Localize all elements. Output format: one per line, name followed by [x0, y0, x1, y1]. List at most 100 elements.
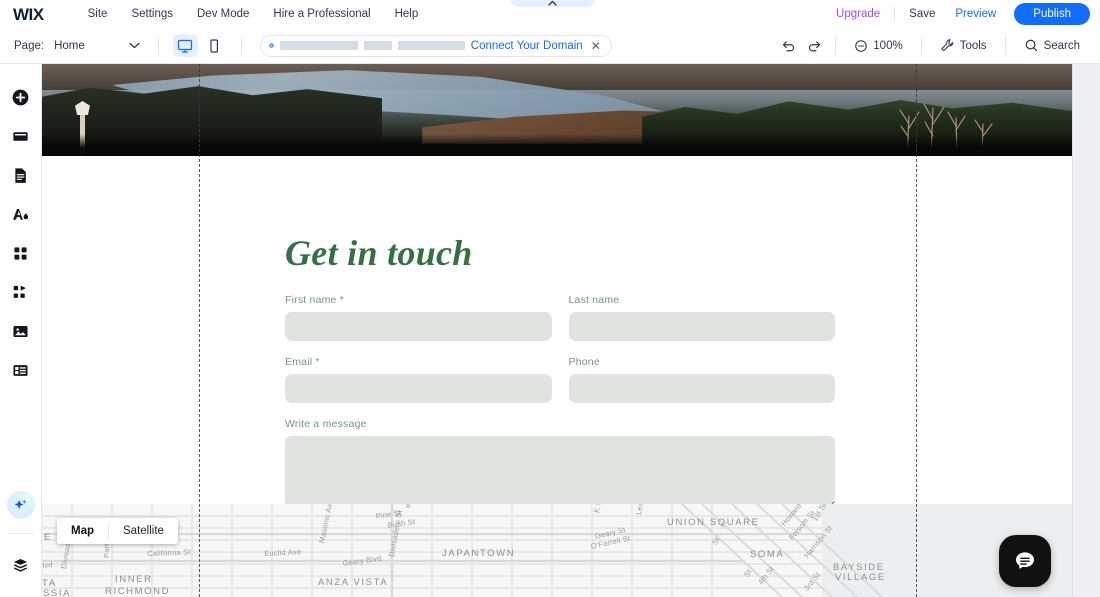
- divider: [835, 36, 837, 55]
- sidebar-item-pages-and-menu[interactable]: [0, 156, 42, 195]
- menu-item-hire-a-professional[interactable]: Hire a Professional: [261, 4, 382, 24]
- sidebar-item-media[interactable]: [0, 312, 42, 351]
- divider: [157, 36, 159, 55]
- chat-button[interactable]: [999, 535, 1051, 587]
- collapse-panel-handle[interactable]: [510, 0, 595, 7]
- email-input[interactable]: [285, 374, 552, 403]
- top-bar-actions: Upgrade Save Preview Publish: [826, 3, 1100, 25]
- map-type-toggle: Map Satellite: [57, 518, 178, 544]
- sidebar-item-layers[interactable]: [0, 546, 42, 585]
- hero-image[interactable]: [42, 64, 1073, 156]
- last-name-input[interactable]: [568, 312, 835, 341]
- desktop-icon: [178, 39, 193, 53]
- map-toggle-satellite[interactable]: Satellite: [109, 518, 178, 544]
- menu-item-help[interactable]: Help: [383, 4, 431, 24]
- left-sidebar: [0, 64, 42, 597]
- sidebar-item-add-section[interactable]: [0, 117, 42, 156]
- message-label: Write a message: [285, 418, 367, 430]
- top-menu: Site Settings Dev Mode Hire a Profession…: [76, 4, 431, 24]
- hero-vignette: [42, 134, 1073, 156]
- field-phone: Phone: [568, 356, 835, 403]
- search-label: Search: [1043, 39, 1080, 52]
- page-title: Get in touch: [285, 233, 473, 273]
- contact-section: Get in touch First name * Last name Emai…: [42, 156, 1073, 566]
- map-toggle-map[interactable]: Map: [57, 518, 108, 544]
- editor-canvas: Get in touch First name * Last name Emai…: [42, 64, 1073, 597]
- editor-toolbar: Page: Home Connect Your Domain ✕ 100% To…: [0, 28, 1100, 64]
- preview-button[interactable]: Preview: [945, 4, 1006, 24]
- chat-bubble-icon: [1016, 552, 1034, 569]
- site-url-bar[interactable]: Connect Your Domain ✕: [259, 34, 612, 57]
- form-row: Email * Phone: [285, 356, 835, 403]
- page-selector-chevron[interactable]: [129, 42, 140, 49]
- close-icon[interactable]: ✕: [589, 40, 603, 52]
- zoom-control[interactable]: 100%: [844, 35, 912, 57]
- map-road-network: [42, 504, 1022, 597]
- last-name-label: Last name: [568, 294, 620, 306]
- field-email: Email *: [285, 356, 552, 403]
- mobile-icon: [210, 38, 219, 53]
- field-message: Write a message: [285, 418, 835, 515]
- sidebar-item-site-design[interactable]: [0, 195, 42, 234]
- divider: [240, 36, 242, 55]
- save-button[interactable]: Save: [899, 4, 945, 24]
- field-first-name: First name *: [285, 294, 552, 341]
- ai-assistant-button[interactable]: [6, 491, 35, 519]
- apps-grid-icon: [14, 247, 27, 260]
- theme-paint-icon: [13, 208, 29, 220]
- cms-layout-icon: [13, 365, 28, 376]
- redo-button[interactable]: [801, 34, 827, 58]
- undo-icon: [782, 41, 794, 52]
- chevron-up-icon: [548, 0, 557, 6]
- message-input[interactable]: [285, 436, 835, 510]
- redo-icon: [808, 41, 820, 52]
- canvas-right-edge: [1072, 64, 1073, 597]
- wrench-icon: [941, 39, 954, 52]
- viewport-switcher: [172, 34, 227, 57]
- globe-icon: [269, 43, 274, 48]
- divider: [920, 36, 922, 55]
- chevron-down-icon: [129, 42, 140, 49]
- add-plus-icon: [12, 89, 29, 106]
- connect-domain-link[interactable]: Connect Your Domain: [471, 40, 583, 52]
- phone-input[interactable]: [568, 374, 835, 403]
- site-url-redacted: [279, 41, 465, 50]
- undo-button[interactable]: [775, 34, 801, 58]
- wix-editor-window: WIX Site Settings Dev Mode Hire a Profes…: [0, 0, 1100, 597]
- canvas-scroll-gutter[interactable]: [1073, 64, 1100, 597]
- top-menu-bar: WIX Site Settings Dev Mode Hire a Profes…: [0, 0, 1100, 28]
- menu-item-settings[interactable]: Settings: [119, 4, 185, 24]
- search-button[interactable]: Search: [1014, 34, 1090, 57]
- menu-item-dev-mode[interactable]: Dev Mode: [185, 4, 261, 24]
- tools-label: Tools: [959, 39, 987, 52]
- form-row: First name * Last name: [285, 294, 835, 341]
- pages-icon: [15, 168, 26, 183]
- phone-label: Phone: [568, 356, 600, 368]
- divider: [1004, 36, 1006, 55]
- first-name-label: First name *: [285, 294, 344, 306]
- divider: [7, 533, 34, 534]
- sidebar-item-content-manager[interactable]: [0, 351, 42, 390]
- zoom-out-icon: [855, 39, 868, 52]
- sidebar-item-app-market[interactable]: [0, 234, 42, 273]
- tools-button[interactable]: Tools: [930, 34, 997, 57]
- map-embed[interactable]: Map Satellite California St Park Pr INNER R…: [42, 504, 1073, 597]
- sections-icon: [13, 132, 28, 141]
- form-row: Write a message: [285, 418, 835, 515]
- publish-button[interactable]: Publish: [1014, 3, 1090, 25]
- sidebar-item-add-elements[interactable]: [0, 78, 42, 117]
- layers-icon: [13, 559, 28, 572]
- mobile-view-button[interactable]: [202, 34, 227, 57]
- desktop-view-button[interactable]: [172, 34, 198, 57]
- wix-logo[interactable]: WIX: [13, 6, 44, 23]
- page-selector-value[interactable]: Home: [54, 40, 85, 52]
- email-label: Email *: [285, 356, 320, 368]
- sidebar-item-my-business[interactable]: [0, 273, 42, 312]
- page-label: Page:: [14, 39, 45, 52]
- media-image-icon: [13, 325, 28, 338]
- first-name-input[interactable]: [285, 312, 552, 341]
- menu-item-site[interactable]: Site: [76, 4, 120, 24]
- upgrade-button[interactable]: Upgrade: [826, 4, 890, 24]
- field-last-name: Last name: [568, 294, 835, 341]
- zoom-level-value: 100%: [873, 39, 903, 52]
